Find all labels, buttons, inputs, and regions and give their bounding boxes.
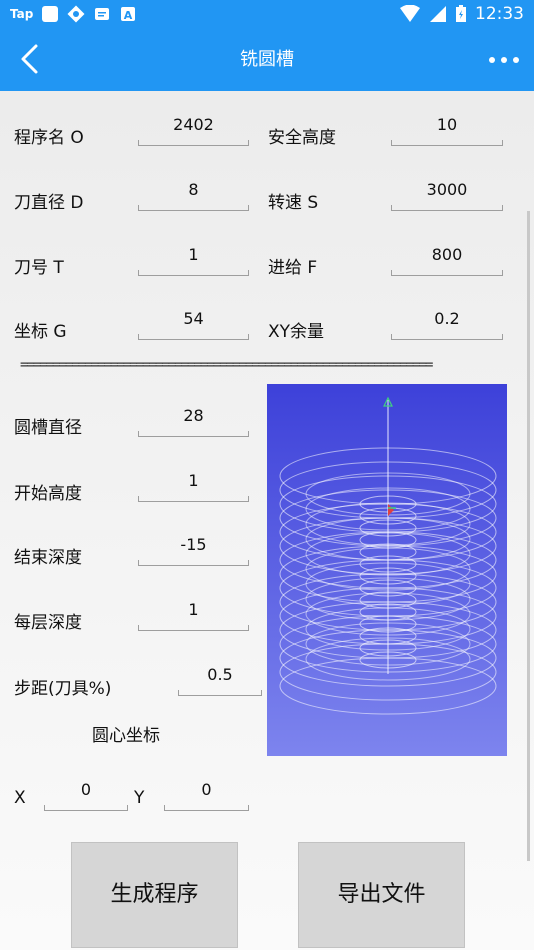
end-depth-label: 结束深度 [14,548,82,568]
toolpath-preview[interactable] [267,384,507,756]
signal-icon [430,6,446,22]
toolpath-preview-graphic [279,396,497,715]
export-file-button[interactable]: 导出文件 [298,842,465,948]
wifi-icon [400,5,420,22]
content-area: 程序名 O 2402 安全高度 10 刀直径 D 8 转速 S 3000 刀号 … [0,91,534,950]
slot-diameter-label: 圆槽直径 [14,418,82,438]
xy-allowance-input[interactable]: 0.2 [391,309,503,340]
feed-rate-label: 进给 F [268,258,318,278]
layer-depth-label: 每层深度 [14,613,82,633]
diamond-notification-icon [67,5,85,23]
center-x-label: X [14,788,26,808]
generate-program-button[interactable]: 生成程序 [71,842,238,948]
center-y-input[interactable]: 0 [164,780,249,811]
spindle-speed-label: 转速 S [268,193,319,213]
step-over-label: 步距(刀具%) [14,679,112,699]
a-notification-icon: A [121,7,136,22]
square-notification-icon [42,6,59,22]
center-coordinates-heading: 圆心坐标 [92,726,160,746]
svg-text:A: A [124,9,133,22]
app-label: Tap [10,7,34,21]
spindle-speed-input[interactable]: 3000 [391,180,503,211]
page-title: 铣圆槽 [240,49,294,70]
coordinate-input[interactable]: 54 [138,309,249,340]
layer-depth-input[interactable]: 1 [138,600,249,631]
end-depth-input[interactable]: -15 [138,535,249,566]
xy-allowance-label: XY余量 [268,322,325,342]
program-name-input[interactable]: 2402 [138,115,249,146]
tool-diameter-input[interactable]: 8 [138,180,249,211]
app-bar: 铣圆槽 [0,28,534,91]
start-height-input[interactable]: 1 [138,471,249,502]
start-height-label: 开始高度 [14,484,82,504]
status-bar: Tap A 12:33 [0,0,534,28]
feed-rate-input[interactable]: 800 [391,245,503,276]
safe-height-label: 安全高度 [268,128,336,148]
center-x-input[interactable]: 0 [44,780,128,811]
message-notification-icon [95,8,110,20]
slot-diameter-input[interactable]: 28 [138,406,249,437]
tool-diameter-label: 刀直径 D [14,193,84,213]
tool-number-input[interactable]: 1 [138,245,249,276]
clock: 12:33 [475,4,524,24]
origin-marker [388,504,394,516]
step-over-input[interactable]: 0.5 [178,665,262,696]
section-divider: ========================================… [20,357,433,373]
scrollbar[interactable] [527,211,530,861]
coordinate-label: 坐标 G [14,322,67,342]
more-options-icon[interactable] [484,46,524,74]
tool-number-label: 刀号 T [14,258,64,278]
safe-height-input[interactable]: 10 [391,115,503,146]
battery-icon [456,5,466,22]
center-y-label: Y [134,788,145,808]
program-name-label: 程序名 O [14,128,84,148]
